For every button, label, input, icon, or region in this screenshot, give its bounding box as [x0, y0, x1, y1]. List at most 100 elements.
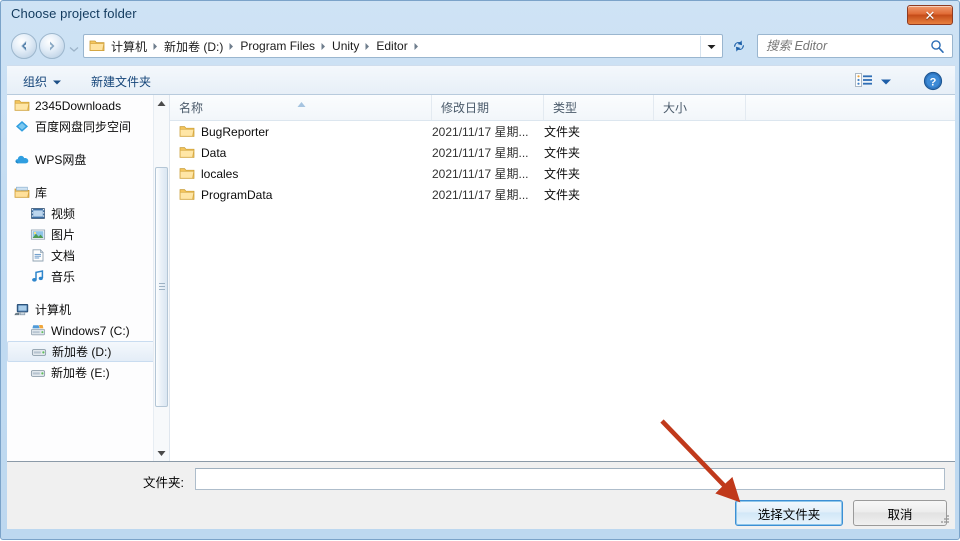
file-name-cell: BugReporter: [170, 124, 432, 139]
navigation-tree: 2345Downloads 百度网盘同步空间 WPS网盘 库 视频 图片 文档 …: [7, 95, 157, 383]
sidebar-item-5[interactable]: 图片: [7, 224, 157, 245]
table-row[interactable]: ProgramData 2021/11/17 星期... 文件夹: [170, 184, 955, 205]
sidebar-item-10[interactable]: 新加卷 (D:): [7, 341, 157, 362]
sidebar-item-7[interactable]: 音乐: [7, 266, 157, 287]
sidebar-item-4[interactable]: 视频: [7, 203, 157, 224]
table-row[interactable]: BugReporter 2021/11/17 星期... 文件夹: [170, 121, 955, 142]
new-folder-button[interactable]: 新建文件夹: [85, 71, 157, 91]
breadcrumb-item-0[interactable]: 计算机: [107, 37, 151, 56]
navigation-group-spacer: [7, 137, 157, 149]
search-input[interactable]: [766, 39, 916, 53]
sidebar-item-1[interactable]: 百度网盘同步空间: [7, 116, 157, 137]
navigation-group-spacer: [7, 170, 157, 182]
folder-icon: [179, 145, 195, 160]
breadcrumb-item-1[interactable]: 新加卷 (D:): [160, 37, 227, 56]
sidebar-item-label: 图片: [51, 228, 76, 242]
close-button[interactable]: ✕: [907, 5, 953, 25]
sidebar-item-label: Windows7 (C:): [51, 323, 130, 338]
breadcrumb-item-2[interactable]: Program Files: [236, 38, 319, 54]
scroll-down-icon: [157, 450, 166, 456]
sidebar-scrollbar[interactable]: [153, 95, 169, 461]
scroll-up-icon: [157, 100, 166, 106]
chevron-down-icon: [69, 47, 79, 52]
title-bar: Choose project folder ✕: [1, 1, 959, 29]
file-list: BugReporter 2021/11/17 星期... 文件夹 Data 2021/…: [170, 121, 955, 205]
breadcrumb-separator-icon[interactable]: [151, 42, 160, 51]
cloud-icon: [13, 152, 31, 167]
address-dropdown-button[interactable]: [700, 36, 721, 57]
folder-field-label: 文件夹:: [143, 476, 184, 490]
column-header-date[interactable]: 修改日期: [432, 95, 544, 120]
file-name-cell: Data: [170, 145, 432, 160]
sidebar-scroll-thumb[interactable]: [155, 167, 168, 407]
organize-menu-button[interactable]: 组织: [17, 71, 67, 91]
drive-icon: [29, 365, 47, 380]
library-icon: [13, 185, 31, 200]
sidebar-item-11[interactable]: 新加卷 (E:): [7, 362, 157, 383]
sidebar-item-2[interactable]: WPS网盘: [7, 149, 157, 170]
cancel-button[interactable]: 取消: [853, 500, 947, 526]
sidebar-item-3[interactable]: 库: [7, 182, 157, 203]
sidebar-item-label: 库: [35, 186, 48, 200]
view-mode-button[interactable]: [851, 71, 895, 91]
folder-icon: [89, 38, 105, 55]
back-arrow-icon: [21, 41, 27, 51]
navigation-bar: 计算机 新加卷 (D:) Program Files Unity Editor: [7, 31, 955, 63]
help-icon: ?: [923, 71, 943, 91]
file-date-cell: 2021/11/17 星期...: [432, 188, 529, 202]
recent-locations-button[interactable]: [69, 42, 79, 52]
file-list-pane: 名称 修改日期 类型 大小 BugReporter 2021/11/17 星期.…: [170, 95, 955, 461]
sidebar-item-label: 视频: [51, 207, 76, 221]
refresh-button[interactable]: [727, 34, 751, 58]
column-header-row: 名称 修改日期 类型 大小: [170, 95, 955, 121]
sidebar-item-label: 新加卷 (E:): [51, 366, 110, 380]
drive-icon: [30, 344, 48, 359]
cancel-label: 取消: [887, 507, 913, 522]
column-label: 大小: [663, 101, 688, 115]
sidebar-item-9[interactable]: Windows7 (C:): [7, 320, 157, 341]
forward-button[interactable]: [39, 33, 65, 59]
search-box[interactable]: [757, 34, 953, 58]
scroll-down-button[interactable]: [154, 445, 169, 461]
breadcrumb-separator-icon[interactable]: [412, 42, 421, 51]
breadcrumb-separator-icon[interactable]: [319, 42, 328, 51]
dialog-footer: 文件夹: 选择文件夹 取消: [7, 461, 955, 529]
folder-icon: [179, 187, 195, 202]
organize-label: 组织: [23, 74, 48, 89]
video-icon: [29, 206, 47, 221]
refresh-icon: [734, 40, 744, 52]
column-label: 名称: [179, 101, 204, 115]
column-header-size[interactable]: 大小: [654, 95, 746, 120]
breadcrumb-separator-icon[interactable]: [227, 42, 236, 51]
breadcrumb-separator-icon[interactable]: [363, 42, 372, 51]
scroll-up-button[interactable]: [154, 95, 169, 111]
back-button[interactable]: [11, 33, 37, 59]
table-row[interactable]: Data 2021/11/17 星期... 文件夹: [170, 142, 955, 163]
file-type-cell: 文件夹: [544, 188, 581, 202]
column-header-name[interactable]: 名称: [170, 95, 432, 120]
column-label: 类型: [553, 101, 578, 115]
sidebar-item-8[interactable]: 计算机: [7, 299, 157, 320]
folder-path-input[interactable]: [195, 468, 945, 490]
resize-grip-icon[interactable]: [938, 513, 950, 525]
column-label: 修改日期: [441, 101, 490, 115]
column-header-type[interactable]: 类型: [544, 95, 654, 120]
folder-icon: [179, 124, 195, 139]
select-folder-label: 选择文件夹: [757, 507, 821, 522]
select-folder-button[interactable]: 选择文件夹: [735, 500, 843, 526]
new-folder-label: 新建文件夹: [91, 74, 152, 89]
baidu-netdisk-icon: [13, 119, 31, 134]
sidebar-item-6[interactable]: 文档: [7, 245, 157, 266]
chevron-down-icon: [53, 74, 62, 88]
table-row[interactable]: locales 2021/11/17 星期... 文件夹: [170, 163, 955, 184]
documents-icon: [29, 248, 47, 263]
folder-icon: [13, 98, 31, 113]
breadcrumb-item-4[interactable]: Editor: [372, 38, 411, 54]
folder-icon: [179, 166, 195, 181]
close-icon: ✕: [924, 7, 936, 23]
file-name-label: Data: [201, 145, 227, 160]
help-button[interactable]: ?: [923, 71, 943, 91]
breadcrumb-item-3[interactable]: Unity: [328, 38, 363, 54]
address-bar[interactable]: 计算机 新加卷 (D:) Program Files Unity Editor: [83, 34, 723, 58]
sidebar-item-0[interactable]: 2345Downloads: [7, 95, 157, 116]
